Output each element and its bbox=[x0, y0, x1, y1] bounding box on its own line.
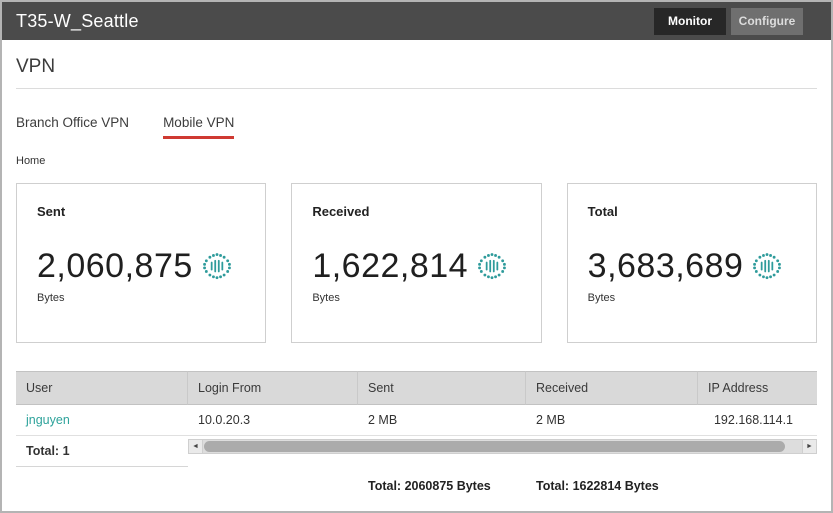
configure-button[interactable]: Configure bbox=[731, 7, 803, 35]
card-unit: Bytes bbox=[37, 292, 65, 304]
mobile-vpn-icon bbox=[751, 251, 783, 283]
page-head: VPN bbox=[2, 40, 831, 99]
scrollbar-thumb[interactable] bbox=[204, 441, 786, 452]
tab-branch-office-vpn[interactable]: Branch Office VPN bbox=[16, 115, 129, 139]
received-total: Total: 1622814 Bytes bbox=[536, 479, 659, 493]
cell-login-from: 10.0.20.3 bbox=[188, 405, 358, 436]
card-unit: Bytes bbox=[312, 292, 340, 304]
breadcrumb[interactable]: Home bbox=[2, 139, 831, 167]
card-label: Total bbox=[587, 204, 618, 219]
table-footer-row: Total: 2060875 Bytes Total: 1622814 Byte… bbox=[16, 471, 817, 501]
table-row: jnguyen 10.0.20.3 2 MB 2 MB 192.168.114.… bbox=[16, 405, 817, 436]
app-window: T35-W_Seattle Monitor Configure VPN Bran… bbox=[0, 0, 833, 513]
user-link[interactable]: jnguyen bbox=[26, 413, 70, 427]
mobile-vpn-icon bbox=[201, 251, 233, 283]
table-total-row: Total: 1 ◄ ► bbox=[16, 436, 817, 467]
tab-mobile-vpn[interactable]: Mobile VPN bbox=[163, 115, 235, 139]
col-header-sent[interactable]: Sent bbox=[358, 371, 526, 405]
col-header-login-from[interactable]: Login From bbox=[188, 371, 358, 405]
scrollbar-left-arrow-icon[interactable]: ◄ bbox=[188, 439, 203, 454]
sent-value: 2,060,875 bbox=[37, 247, 193, 285]
col-header-ip-address[interactable]: IP Address bbox=[698, 371, 817, 405]
scrollbar-right-arrow-icon[interactable]: ► bbox=[802, 439, 817, 454]
received-card: Received 1,622,814 Bytes bbox=[291, 183, 542, 343]
card-label: Sent bbox=[37, 204, 66, 219]
scrollbar-track[interactable] bbox=[203, 439, 802, 454]
mobile-vpn-users-table: User Login From Sent Received IP Address… bbox=[16, 371, 817, 501]
mobile-vpn-icon bbox=[476, 251, 508, 283]
heading-divider bbox=[16, 88, 817, 89]
sent-card: Sent 2,060,875 Bytes bbox=[16, 183, 267, 343]
card-label: Received bbox=[312, 204, 370, 219]
col-header-received[interactable]: Received bbox=[526, 371, 698, 405]
cell-received: 2 MB bbox=[526, 405, 698, 436]
page-title: VPN bbox=[16, 56, 56, 77]
received-value: 1,622,814 bbox=[312, 247, 469, 285]
total-value: 3,683,689 bbox=[587, 247, 744, 285]
top-bar: T35-W_Seattle Monitor Configure bbox=[2, 2, 831, 40]
horizontal-scrollbar[interactable]: ◄ ► bbox=[188, 438, 817, 455]
cell-sent: 2 MB bbox=[358, 405, 526, 436]
total-card: Total 3,683,689 Bytes bbox=[566, 183, 817, 343]
cell-ip-address: 192.168.114.1 bbox=[698, 405, 817, 436]
topbar-buttons: Monitor Configure bbox=[654, 7, 817, 35]
card-unit: Bytes bbox=[587, 292, 616, 304]
monitor-button[interactable]: Monitor bbox=[654, 7, 726, 35]
stat-cards: Sent 2,060,875 Bytes Received 1,622,814 … bbox=[2, 167, 831, 343]
vpn-tabs: Branch Office VPN Mobile VPN bbox=[2, 99, 831, 139]
col-header-user[interactable]: User bbox=[16, 371, 188, 405]
table-header-row: User Login From Sent Received IP Address bbox=[16, 371, 817, 405]
user-count-total: Total: 1 bbox=[16, 436, 188, 467]
device-title: T35-W_Seattle bbox=[16, 10, 139, 31]
sent-total: Total: 2060875 Bytes bbox=[368, 479, 491, 493]
